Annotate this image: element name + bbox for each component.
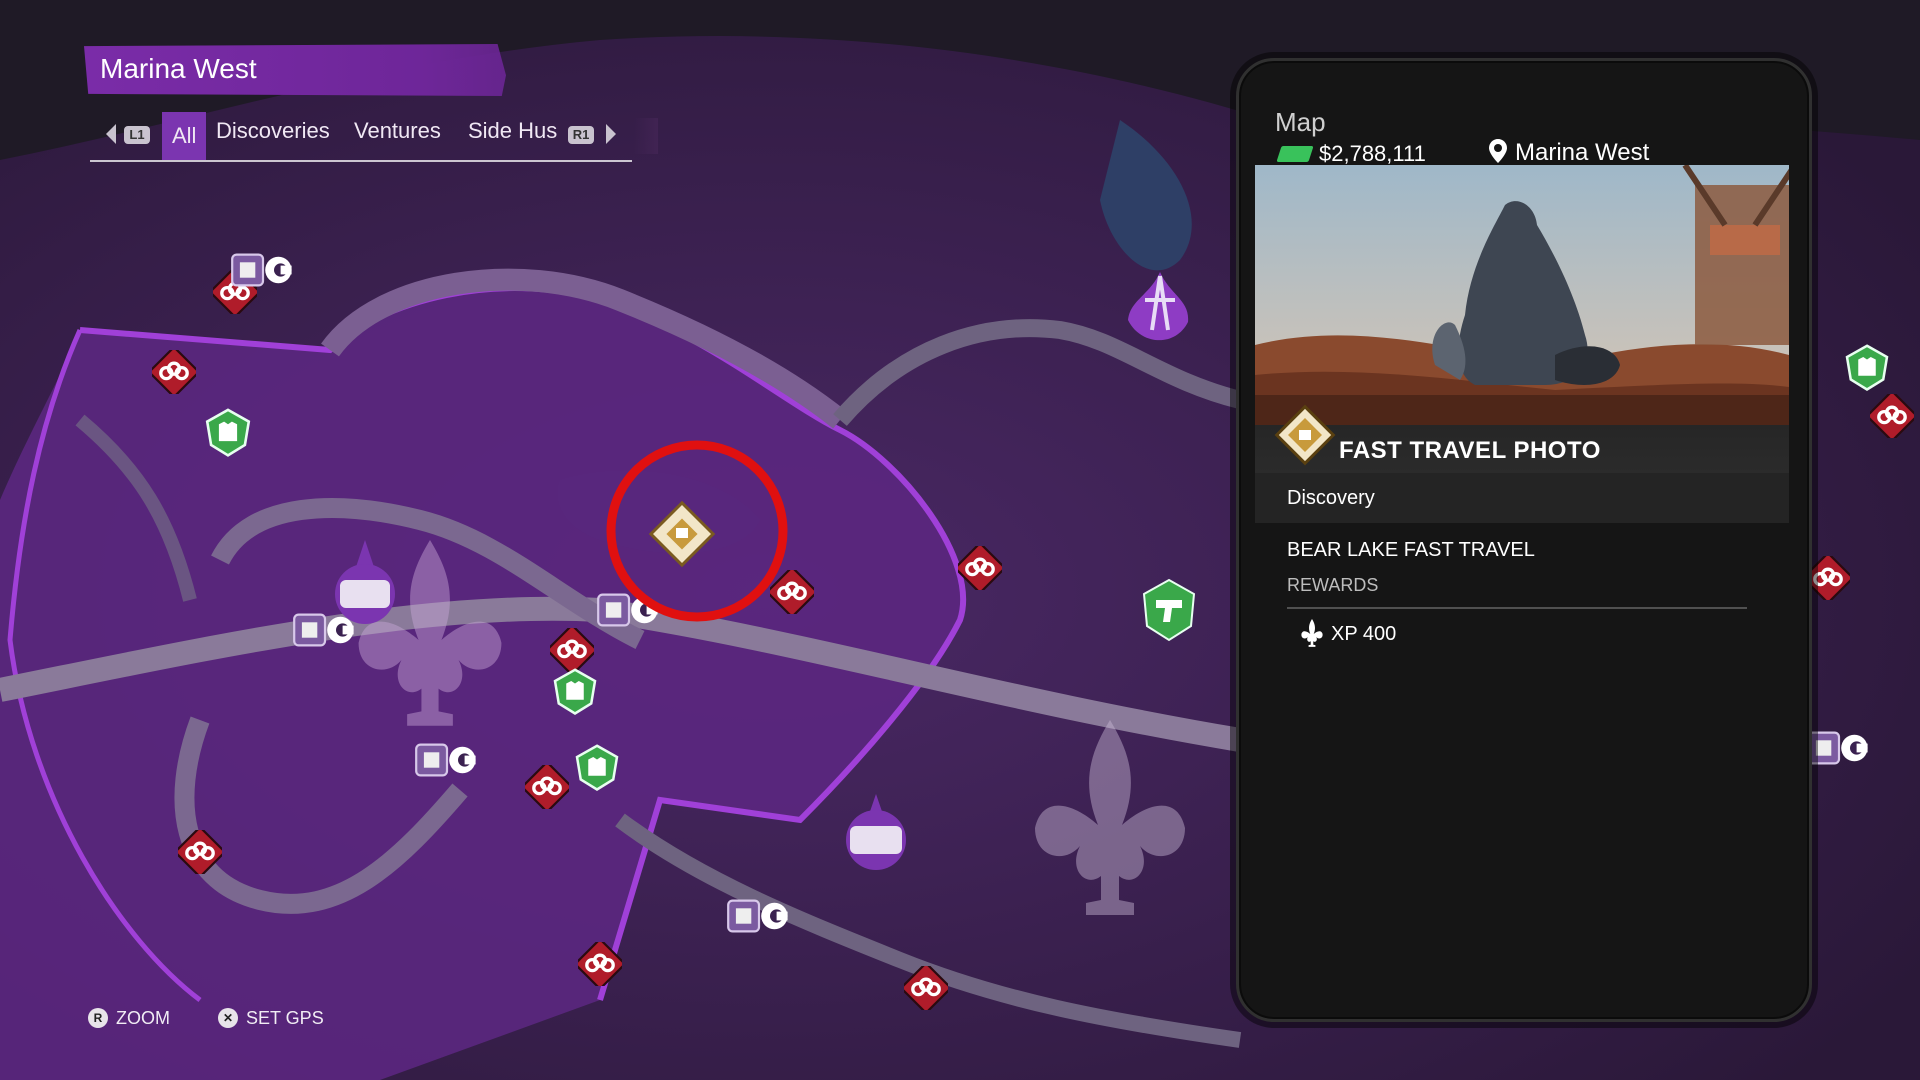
l1-button-icon[interactable]: L1	[124, 126, 150, 144]
phone-info-panel: Map $2,788,111 Marina West FAST TRAVEL P…	[1236, 58, 1812, 1022]
filter-left-arrow-icon[interactable]	[106, 124, 116, 144]
activity-marker[interactable]	[727, 899, 789, 933]
activity-marker[interactable]	[231, 253, 293, 287]
activity-marker[interactable]	[293, 613, 355, 647]
cash-amount: $2,788,111	[1319, 141, 1426, 166]
location-name: Marina West	[1515, 139, 1650, 166]
card-title: FAST TRAVEL PHOTO	[1339, 437, 1601, 464]
location-photo	[1255, 165, 1789, 425]
activity-marker[interactable]	[1807, 731, 1869, 765]
map-filter-bar: L1 All Discoveries Ventures Side Hus R1	[90, 112, 658, 162]
tab-all[interactable]: All	[162, 112, 207, 160]
fleur-de-lis-xp-icon	[1301, 619, 1323, 647]
phone-header: Map	[1275, 107, 1326, 137]
tab-ventures[interactable]: Ventures	[354, 118, 441, 144]
cash-display: $2,788,111	[1276, 141, 1426, 167]
xp-reward: XP 400	[1331, 623, 1397, 645]
current-location: Marina West	[1489, 139, 1649, 167]
tab-overflow-fade	[634, 118, 658, 154]
cash-icon	[1276, 146, 1314, 162]
r1-button-icon[interactable]: R1	[568, 126, 594, 144]
rewards-divider	[1287, 607, 1747, 609]
tab-discoveries[interactable]: Discoveries	[216, 118, 330, 144]
mission-name: BEAR LAKE FAST TRAVEL	[1287, 539, 1535, 561]
activity-marker[interactable]	[415, 743, 477, 777]
set-gps-hint[interactable]: ✕ SET GPS	[218, 1008, 324, 1029]
r-stick-icon: R	[88, 1008, 108, 1028]
area-name-banner: Marina West	[84, 44, 506, 96]
card-category: Discovery	[1287, 487, 1375, 509]
zoom-hint[interactable]: R ZOOM	[88, 1008, 170, 1029]
tab-side-hustles[interactable]: Side Hus	[468, 118, 557, 144]
fast-travel-icon	[1274, 404, 1336, 466]
cross-button-icon: ✕	[218, 1008, 238, 1028]
zoom-label: ZOOM	[116, 1008, 170, 1028]
set-gps-label: SET GPS	[246, 1008, 324, 1028]
area-name: Marina West	[100, 53, 257, 84]
fast-travel-photo-image	[1255, 165, 1789, 425]
rewards-label: REWARDS	[1287, 575, 1379, 595]
filter-right-arrow-icon[interactable]	[606, 124, 616, 144]
location-pin-icon	[1489, 139, 1507, 163]
